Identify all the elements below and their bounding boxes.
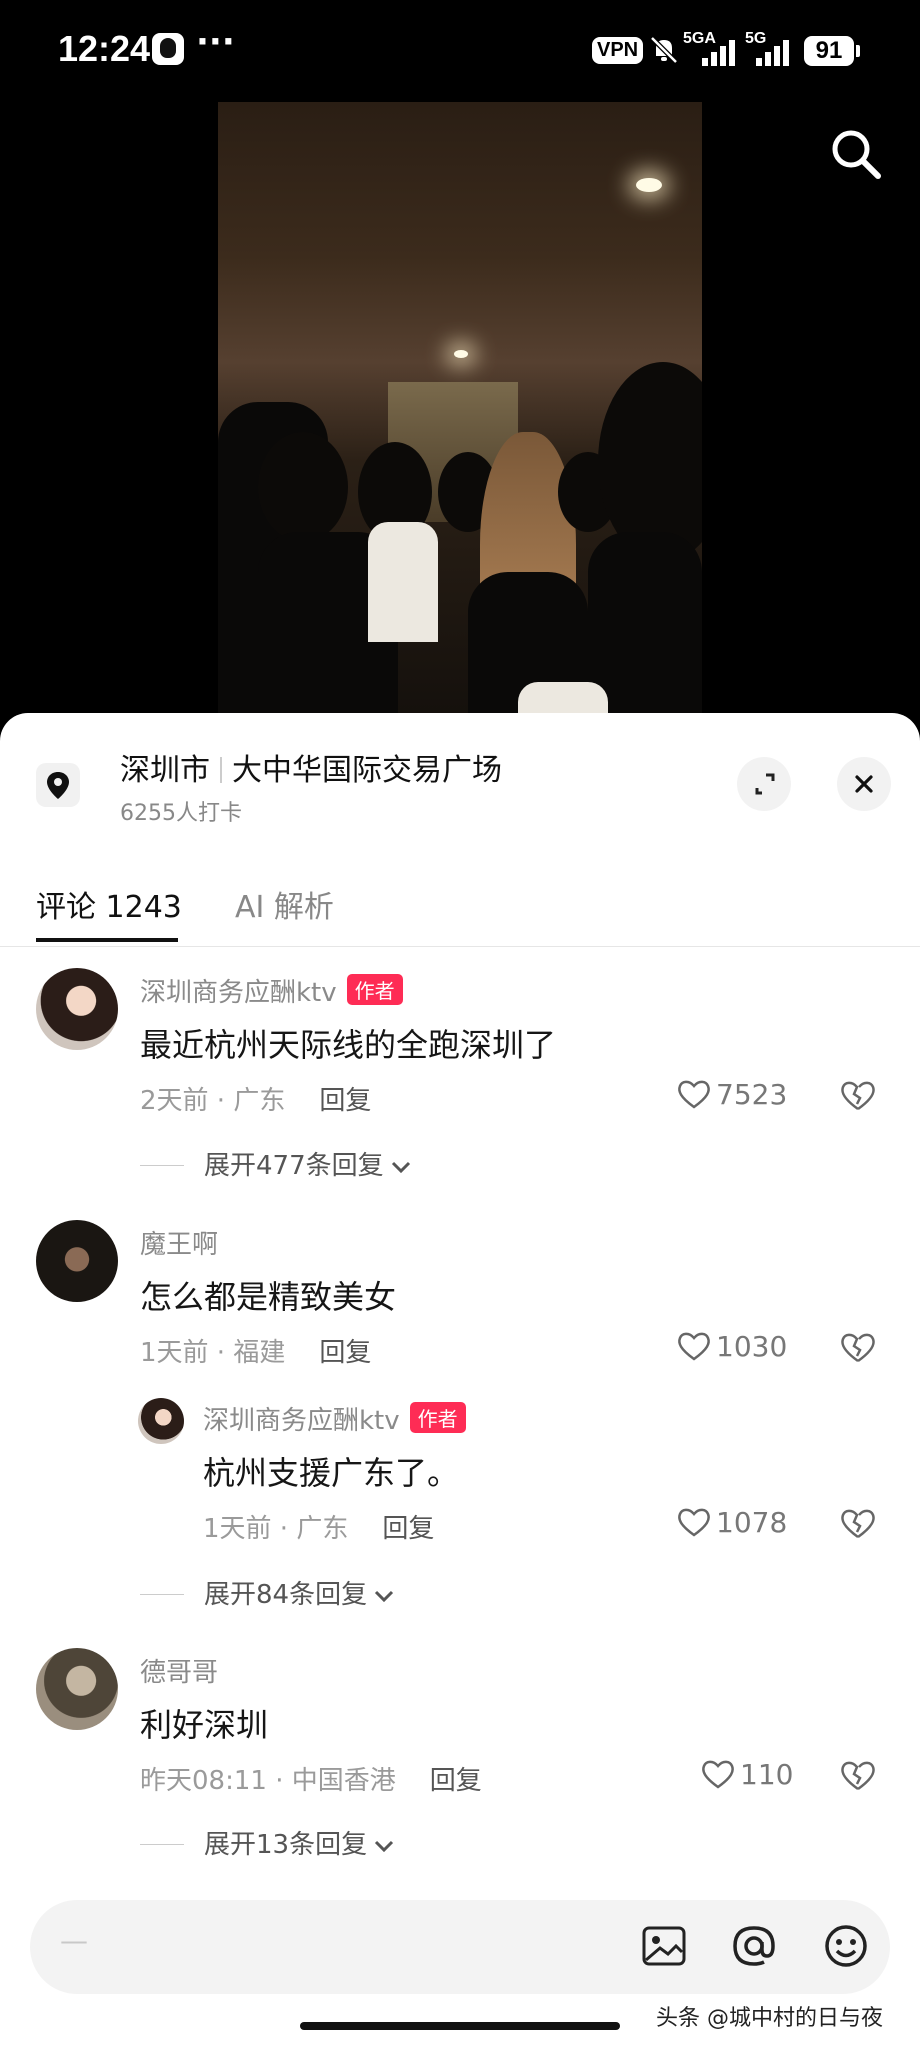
comment-username[interactable]: 深圳商务应酬ktv 作者 (140, 972, 403, 1009)
checkin-count: 6255人打卡 (120, 801, 242, 826)
location-place: 大中华国际交易广场 (232, 753, 502, 788)
expand-replies[interactable]: 展开84条回复 (140, 1574, 397, 1611)
heart-icon (678, 1332, 710, 1361)
comment-text: 最近杭州天际线的全跑深圳了 (140, 1026, 557, 1064)
chevron-down-icon (375, 1590, 394, 1603)
author-badge: 作者 (346, 974, 403, 1005)
avatar[interactable] (36, 968, 118, 1050)
dislike-icon[interactable] (838, 1506, 878, 1540)
comment-text: 利好深圳 (140, 1706, 269, 1744)
dislike-icon[interactable] (838, 1078, 878, 1112)
divider (140, 1594, 184, 1595)
signal-icon (702, 40, 742, 66)
author-badge: 作者 (409, 1402, 466, 1433)
like-count: 110 (740, 1758, 794, 1791)
expand-icon (755, 773, 775, 795)
more-dots-icon: ··· (196, 22, 235, 62)
qq-icon (152, 33, 184, 65)
close-button[interactable] (837, 757, 891, 811)
location-city: 深圳市 (120, 753, 210, 788)
comment-username[interactable]: 魔王啊 (140, 1224, 218, 1261)
dislike-icon[interactable] (838, 1758, 878, 1792)
status-bar: 12:24 ··· VPN 5GA 5G 91 (0, 0, 920, 100)
image-icon[interactable] (636, 1918, 692, 1974)
divider (140, 1165, 184, 1166)
like-count: 7523 (716, 1078, 788, 1111)
reply-text: 杭州支援广东了。 (203, 1454, 460, 1492)
expand-button[interactable] (737, 757, 791, 811)
tab-comments[interactable]: 评论 1243 (36, 882, 182, 926)
tab-bar: 评论 1243 AI 解析 (0, 870, 920, 947)
watermark: 头条 @城中村的日与夜 (656, 2006, 883, 2031)
person (258, 432, 348, 542)
reply-button[interactable]: 回复 (382, 1514, 434, 1544)
reply-meta: 1天前 · 广东 回复 (203, 1514, 435, 1544)
home-indicator[interactable] (300, 2022, 620, 2030)
avatar[interactable] (36, 1220, 118, 1302)
location-title[interactable]: 深圳市 大中华国际交易广场 (120, 745, 502, 789)
like-button[interactable]: 1078 (676, 1506, 787, 1539)
avatar[interactable] (138, 1398, 184, 1444)
reply-button[interactable]: 回复 (319, 1338, 371, 1368)
ceiling-light (636, 178, 662, 192)
expand-replies[interactable]: 展开477条回复 (140, 1145, 414, 1182)
signal-icon-2 (756, 40, 796, 66)
heart-icon (702, 1760, 734, 1789)
divider (140, 1844, 184, 1845)
tab-ai-analysis[interactable]: AI 解析 (235, 882, 334, 926)
chevron-down-icon (391, 1161, 410, 1174)
search-icon[interactable] (826, 124, 886, 184)
ceiling-light (454, 350, 468, 358)
video-player[interactable] (218, 102, 702, 722)
comment-text: 怎么都是精致美女 (140, 1278, 397, 1316)
like-button[interactable]: 7523 (676, 1078, 787, 1111)
heart-icon (678, 1080, 710, 1109)
battery-indicator: 91 (804, 36, 860, 66)
dislike-icon[interactable] (838, 1330, 878, 1364)
person (368, 522, 438, 642)
close-icon (855, 775, 873, 793)
bell-muted-icon (650, 36, 678, 64)
reply-username[interactable]: 深圳商务应酬ktv 作者 (203, 1400, 466, 1437)
comment-input-placeholder: — (60, 1924, 88, 1957)
avatar[interactable] (36, 1648, 118, 1730)
divider (220, 757, 222, 783)
comment-username[interactable]: 德哥哥 (140, 1652, 218, 1689)
like-button[interactable]: 1030 (676, 1330, 787, 1363)
tab-active-indicator (36, 938, 178, 942)
emoji-icon[interactable] (818, 1918, 874, 1974)
location-pin-icon[interactable] (36, 763, 80, 807)
expand-replies[interactable]: 展开13条回复 (140, 1824, 397, 1861)
reply-button[interactable]: 回复 (319, 1086, 371, 1116)
reply-button[interactable]: 回复 (430, 1766, 482, 1796)
chevron-down-icon (375, 1840, 394, 1853)
like-count: 1030 (716, 1330, 788, 1363)
vpn-badge: VPN (592, 37, 644, 64)
like-count: 1078 (716, 1506, 788, 1539)
comment-meta: 昨天08:11 · 中国香港 回复 (140, 1766, 482, 1796)
comment-meta: 1天前 · 福建 回复 (140, 1338, 372, 1368)
comment-meta: 2天前 · 广东 回复 (140, 1086, 372, 1116)
at-icon[interactable] (726, 1918, 782, 1974)
heart-icon (678, 1508, 710, 1537)
like-button[interactable]: 110 (700, 1758, 793, 1791)
clock: 12:24 (58, 28, 151, 69)
